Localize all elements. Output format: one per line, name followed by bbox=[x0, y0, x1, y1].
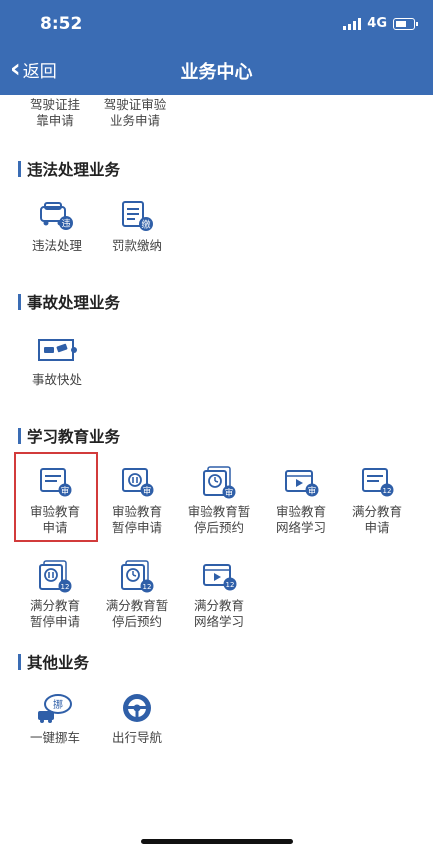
document-fine-icon: 缴 bbox=[94, 196, 180, 236]
review-edu-resume-item[interactable]: 审 审验教育暂 停后预约 bbox=[176, 462, 262, 536]
item-label: 审验教育 网络学习 bbox=[275, 504, 326, 535]
svg-text:12: 12 bbox=[383, 487, 392, 495]
move-car-icon: 挪 bbox=[12, 688, 98, 728]
document-review-icon: 审 bbox=[12, 462, 98, 502]
home-indicator[interactable] bbox=[141, 839, 293, 844]
license-affiliation-item[interactable]: 驾驶证挂 靠申请 bbox=[12, 95, 98, 129]
svg-text:审: 审 bbox=[143, 486, 152, 497]
section-education: 学习教育业务 bbox=[18, 425, 120, 447]
section-other: 其他业务 bbox=[18, 651, 89, 673]
item-label: 违法处理 bbox=[31, 238, 82, 253]
accident-icon bbox=[14, 330, 100, 370]
steering-wheel-icon bbox=[94, 688, 180, 728]
svg-text:审: 审 bbox=[225, 488, 234, 499]
full-edu-resume-item[interactable]: 12 满分教育暂 停后预约 bbox=[94, 556, 180, 630]
item-label: 出行导航 bbox=[111, 730, 162, 745]
section-accident: 事故处理业务 bbox=[18, 291, 120, 313]
svg-text:审: 审 bbox=[61, 486, 70, 497]
item-label: 满分教育 申请 bbox=[351, 504, 402, 535]
clock-document-icon: 12 bbox=[94, 556, 180, 596]
document-full-icon: 12 bbox=[334, 462, 420, 502]
full-edu-apply-item[interactable]: 12 满分教育 申请 bbox=[334, 462, 420, 536]
battery-icon bbox=[393, 17, 418, 30]
review-edu-pause-item[interactable]: 审 审验教育 暂停申请 bbox=[94, 462, 180, 536]
signal-icon bbox=[343, 17, 362, 30]
full-edu-online-item[interactable]: 12 满分教育 网络学习 bbox=[176, 556, 262, 630]
pause-document-icon: 12 bbox=[12, 556, 98, 596]
svg-text:违: 违 bbox=[61, 219, 70, 230]
item-label: 驾驶证审验 业务申请 bbox=[103, 97, 167, 128]
svg-text:12: 12 bbox=[61, 583, 70, 591]
item-label: 满分教育 网络学习 bbox=[193, 598, 244, 629]
network-label: 4G bbox=[367, 16, 387, 31]
license-review-item[interactable]: 驾驶证审验 业务申请 bbox=[92, 95, 178, 129]
item-label: 罚款缴纳 bbox=[111, 238, 162, 253]
item-label: 事故快处 bbox=[31, 372, 82, 387]
svg-text:缴: 缴 bbox=[141, 219, 150, 231]
accident-fast-item[interactable]: 事故快处 bbox=[14, 330, 100, 388]
svg-text:挪: 挪 bbox=[53, 698, 63, 711]
review-edu-online-item[interactable]: 审 审验教育 网络学习 bbox=[258, 462, 344, 536]
item-label: 满分教育 暂停申请 bbox=[29, 598, 80, 629]
video-play-icon: 审 bbox=[258, 462, 344, 502]
item-label: 驾驶证挂 靠申请 bbox=[29, 97, 80, 128]
violation-handling-item[interactable]: 违 违法处理 bbox=[14, 196, 100, 254]
full-edu-pause-item[interactable]: 12 满分教育 暂停申请 bbox=[12, 556, 98, 630]
svg-text:审: 审 bbox=[308, 486, 317, 497]
clock-document-icon: 审 bbox=[176, 462, 262, 502]
review-edu-apply-item[interactable]: 审 审验教育 申请 bbox=[12, 462, 98, 536]
pause-document-icon: 审 bbox=[94, 462, 180, 502]
item-label: 一键挪车 bbox=[29, 730, 80, 745]
car-violation-icon: 违 bbox=[14, 196, 100, 236]
section-violation: 违法处理业务 bbox=[18, 158, 120, 180]
item-label: 满分教育暂 停后预约 bbox=[105, 598, 169, 629]
fine-payment-item[interactable]: 缴 罚款缴纳 bbox=[94, 196, 180, 254]
item-label: 审验教育 申请 bbox=[29, 504, 80, 535]
item-label: 审验教育 暂停申请 bbox=[111, 504, 162, 535]
svg-text:12: 12 bbox=[226, 581, 235, 589]
move-car-item[interactable]: 挪 一键挪车 bbox=[12, 688, 98, 746]
video-play-icon: 12 bbox=[176, 556, 262, 596]
navigation-item[interactable]: 出行导航 bbox=[94, 688, 180, 746]
app-header: 8:52 4G ‹ 返回 业务中心 bbox=[0, 0, 433, 95]
status-icons: 4G bbox=[343, 16, 418, 31]
item-label: 审验教育暂 停后预约 bbox=[187, 504, 251, 535]
status-time: 8:52 bbox=[40, 14, 83, 34]
svg-text:12: 12 bbox=[143, 583, 152, 591]
page-title: 业务中心 bbox=[180, 62, 253, 83]
